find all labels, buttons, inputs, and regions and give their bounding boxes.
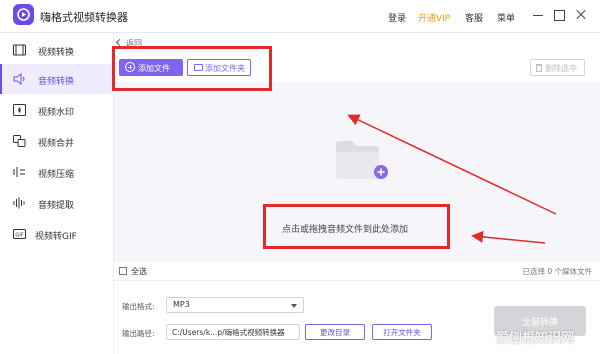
output-path-field[interactable]: C:/Users/k...p/嗨格式视频转换器 bbox=[166, 324, 300, 340]
watermark-text: 爱刨根知识网 bbox=[496, 331, 575, 346]
format-select[interactable]: MP3 bbox=[166, 297, 304, 313]
caret-down-icon bbox=[291, 304, 297, 308]
format-value: MP3 bbox=[173, 300, 190, 309]
path-label: 输出路径: bbox=[122, 329, 155, 338]
open-folder-button[interactable]: 打开文件夹 bbox=[372, 324, 432, 340]
selected-count: 已选择 0 个媒体文件 bbox=[522, 267, 592, 276]
output-path-value: C:/Users/k...p/嗨格式视频转换器 bbox=[172, 328, 285, 337]
divider bbox=[114, 280, 600, 281]
select-all-label: 全选 bbox=[131, 267, 147, 276]
open-folder-label: 打开文件夹 bbox=[383, 328, 421, 337]
select-all-checkbox[interactable] bbox=[119, 267, 127, 275]
change-directory-button[interactable]: 更改目录 bbox=[305, 324, 365, 340]
change-directory-label: 更改目录 bbox=[320, 328, 350, 337]
format-label: 输出格式: bbox=[122, 302, 155, 311]
